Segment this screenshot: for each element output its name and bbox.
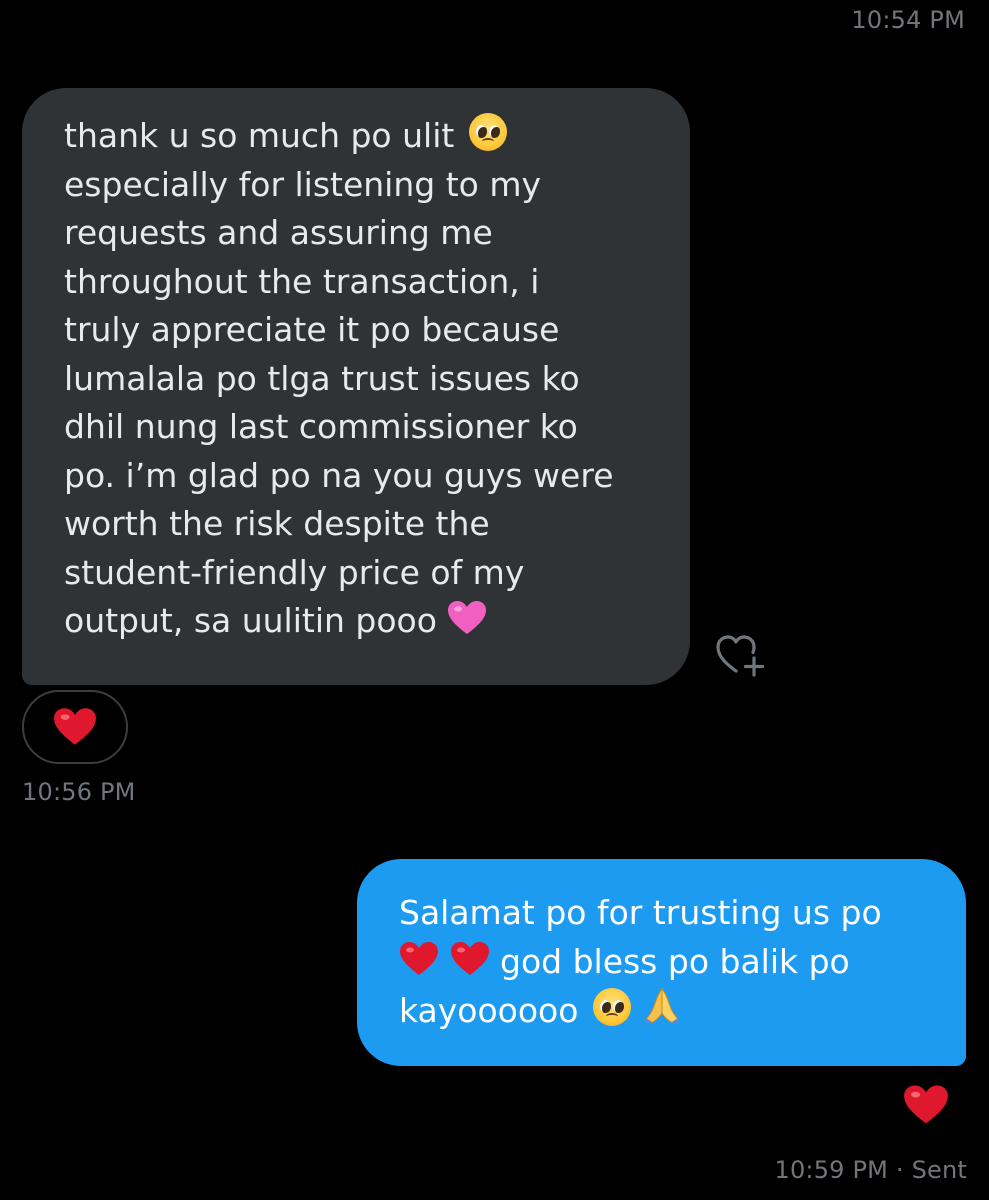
folded-hands-icon (644, 987, 681, 1025)
message-line: po. i’m glad po na you guys were (64, 455, 614, 495)
add-reaction-button[interactable] (712, 630, 768, 678)
pleading-face-icon (592, 988, 631, 1026)
sent-message-bubble[interactable]: Salamat po for trusting us po god bless … (357, 859, 966, 1066)
message-line: output, sa uulitin pooo (64, 597, 654, 646)
sent-status: · Sent (895, 1156, 967, 1184)
message-line: throughout the transaction, i (64, 261, 540, 301)
message-line: requests and assuring me (64, 213, 493, 252)
message-line: dhil nung last commissioner ko (64, 407, 578, 446)
message-line: god bless po balik po (399, 938, 936, 987)
message-line: student-friendly price of my (64, 552, 525, 592)
red-heart-icon (450, 941, 489, 975)
red-heart-icon (400, 941, 438, 975)
message-line: thank u so much po ulit (64, 112, 654, 161)
pink-heart-icon (448, 601, 487, 634)
message-line: Salamat po for trusting us po (399, 893, 882, 932)
message-line: kayoooooo (399, 986, 936, 1036)
message-line: lumalala po tlga trust issues ko (64, 358, 580, 398)
message-reaction-pill[interactable] (22, 690, 128, 764)
pleading-face-icon (468, 113, 507, 151)
received-message-timestamp: 10:56 PM (22, 778, 136, 806)
message-line: especially for listening to my (64, 164, 542, 204)
message-line: worth the risk despite the (64, 504, 490, 543)
sent-message-meta: 10:59 PM · Sent (774, 1156, 967, 1184)
heart-plus-icon (716, 635, 765, 677)
received-message-bubble[interactable]: thank u so much po ulit especially for l… (22, 88, 690, 685)
red-heart-icon (54, 708, 96, 745)
message-line: truly appreciate it po because (64, 310, 560, 349)
message-timestamp-top: 10:54 PM (851, 6, 965, 34)
sent-message-timestamp: 10:59 PM (774, 1156, 889, 1184)
sent-message-reaction[interactable] (903, 1084, 949, 1130)
red-heart-icon (904, 1085, 948, 1124)
